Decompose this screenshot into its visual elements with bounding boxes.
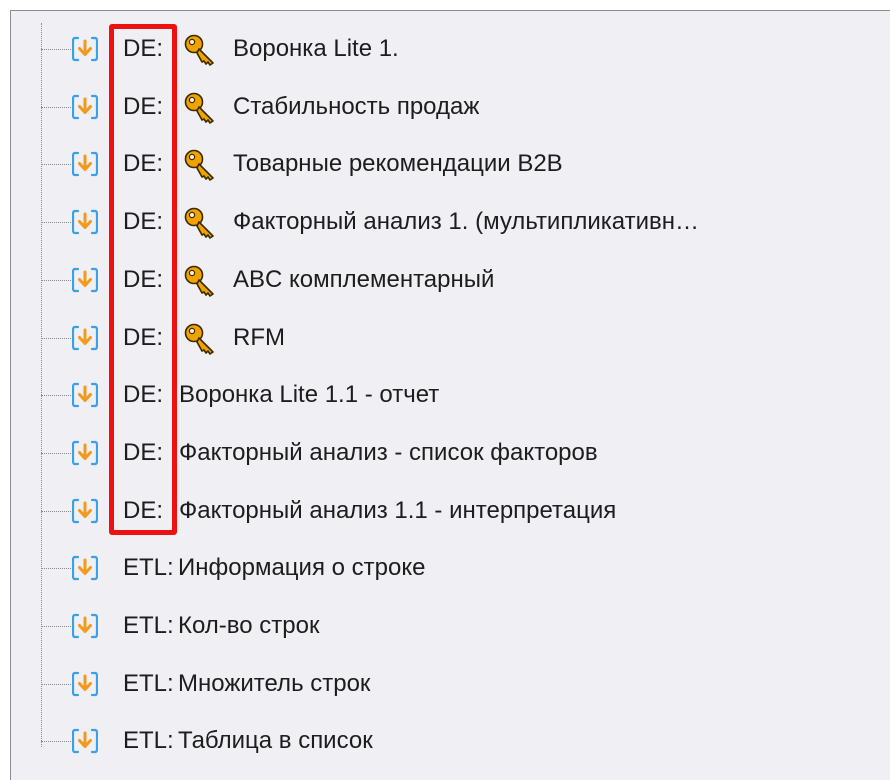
key-icon: [183, 33, 217, 67]
tree-item[interactable]: DE: Факторный анализ 1.1 - интерпретация: [11, 486, 881, 536]
tree-branch-line: [41, 222, 71, 224]
key-icon: [183, 91, 217, 125]
tree-branch-line: [41, 279, 71, 281]
tree-branch-line: [41, 741, 71, 743]
tree-item-label: Стабильность продаж: [233, 92, 480, 120]
tree-branch-line: [41, 626, 71, 627]
tree-branch-line: [41, 510, 71, 512]
tree-item-label: Факторный анализ 1.1 - интерпретация: [179, 496, 617, 524]
tree-item-prefix: DE:: [123, 265, 164, 293]
tree-item-prefix: DE:: [123, 208, 164, 236]
tree-item[interactable]: ETL: Кол-во строк: [11, 601, 881, 651]
download-arrow-icon: [71, 382, 99, 408]
tree-item[interactable]: DE: RFM: [11, 313, 881, 363]
tree-item-label: Факторный анализ - список факторов: [179, 438, 598, 466]
key-icon: [183, 322, 217, 356]
tree-item-label: ABC комплементарный: [233, 265, 495, 293]
tree-item[interactable]: DE: Стабильность продаж: [11, 82, 881, 132]
tree-item[interactable]: DE: Воронка Lite 1.1 - отчет: [11, 370, 881, 420]
tree-item[interactable]: DE: Воронка Lite 1.: [11, 24, 881, 74]
download-arrow-icon: [71, 555, 99, 581]
tree-branch-line: [41, 337, 71, 339]
download-arrow-icon: [71, 267, 99, 293]
tree-item-prefix: ETL:: [123, 669, 174, 697]
tree-branch-line: [41, 568, 71, 570]
download-arrow-icon: [71, 613, 99, 639]
tree-branch-line: [41, 106, 71, 108]
download-arrow-icon: [71, 671, 99, 697]
tree-branch-line: [41, 683, 71, 685]
tree-item[interactable]: DE: Товарные рекомендации B2B: [11, 139, 881, 189]
tree-item-label: Воронка Lite 1.: [233, 35, 399, 62]
download-arrow-icon: [71, 325, 99, 351]
key-icon: [183, 148, 217, 182]
tree-item-prefix: DE:: [123, 496, 164, 524]
tree-panel: DE: Воронка Lite 1. DE: Стабильность продаж…: [10, 10, 890, 780]
tree-item-prefix: DE:: [123, 35, 164, 62]
tree-branch-line: [41, 395, 71, 397]
tree-item-label: Множитель строк: [178, 669, 371, 697]
tree-item-prefix: ETL:: [123, 554, 174, 582]
tree-item-prefix: DE:: [123, 92, 164, 120]
tree-item-prefix: DE:: [123, 323, 164, 351]
tree-item-prefix: DE:: [123, 381, 164, 409]
tree-branch-line: [41, 452, 71, 454]
tree-branch-line: [41, 164, 71, 166]
tree-item[interactable]: ETL: Таблица в список: [11, 716, 881, 766]
tree-item-label: Информация о строке: [178, 554, 426, 582]
download-arrow-icon: [71, 498, 99, 524]
tree-item-label: Кол-во строк: [178, 612, 320, 639]
tree-item[interactable]: ETL: Множитель строк: [11, 659, 881, 709]
key-icon: [183, 206, 217, 240]
download-arrow-icon: [71, 728, 99, 754]
tree-item-label: Таблица в список: [178, 727, 373, 755]
tree-item-label: Товарные рекомендации B2B: [233, 150, 563, 178]
key-icon: [183, 264, 217, 298]
tree-item-prefix: ETL:: [123, 727, 174, 755]
tree-item-label: RFM: [233, 323, 285, 351]
download-arrow-icon: [71, 94, 99, 120]
tree-branch-line: [41, 49, 71, 50]
tree-item-prefix: ETL:: [123, 612, 174, 639]
tree-item-prefix: DE:: [123, 150, 164, 178]
download-arrow-icon: [71, 209, 99, 235]
download-arrow-icon: [71, 151, 99, 177]
tree-view: DE: Воронка Lite 1. DE: Стабильность продаж…: [11, 11, 890, 780]
tree-item-label: Воронка Lite 1.1 - отчет: [179, 381, 440, 409]
download-arrow-icon: [71, 440, 99, 466]
tree-item[interactable]: ETL: Информация о строке: [11, 543, 881, 593]
tree-item[interactable]: DE: Факторный анализ 1. (мультипликативн…: [11, 197, 881, 247]
download-arrow-icon: [71, 36, 99, 62]
tree-item[interactable]: DE: Факторный анализ - список факторов: [11, 428, 881, 478]
tree-item-prefix: DE:: [123, 438, 164, 466]
tree-item-label: Факторный анализ 1. (мультипликативн…: [233, 208, 699, 236]
tree-item[interactable]: DE: ABC комплементарный: [11, 255, 881, 305]
